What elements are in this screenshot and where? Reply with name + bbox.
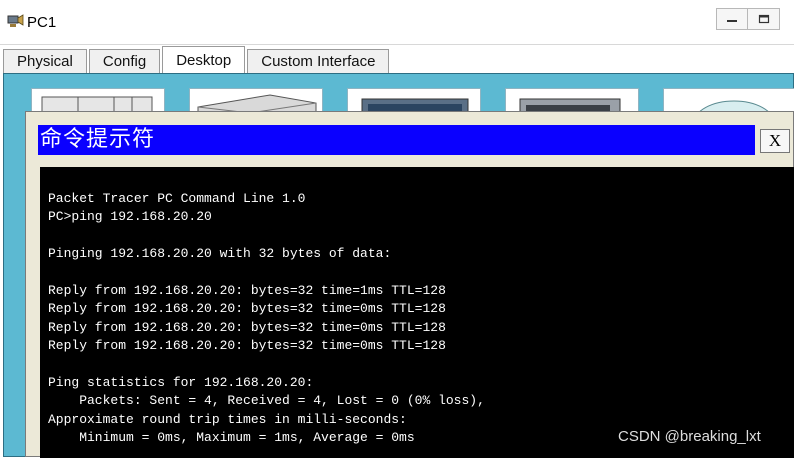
restore-icon	[758, 14, 769, 24]
window-controls	[716, 8, 780, 30]
window-title-bar: PC1	[0, 0, 794, 45]
pc-app-icon	[7, 14, 24, 27]
terminal-line: Pinging 192.168.20.20 with 32 bytes of d…	[48, 246, 392, 262]
minimize-button[interactable]	[716, 8, 748, 30]
command-prompt-title-bar: 命令提示符	[38, 125, 755, 155]
terminal-line: Reply from 192.168.20.20: bytes=32 time=…	[48, 338, 446, 354]
command-prompt-title: 命令提示符	[40, 127, 156, 152]
tab-custom-interface[interactable]: Custom Interface	[247, 49, 390, 73]
watermark: CSDN @breaking_lxt	[618, 428, 761, 445]
terminal-line: Reply from 192.168.20.20: bytes=32 time=…	[48, 319, 446, 335]
terminal-line: Minimum = 0ms, Maximum = 1ms, Average = …	[48, 430, 415, 446]
terminal-line: Ping statistics for 192.168.20.20:	[48, 374, 314, 390]
minimize-icon	[727, 20, 737, 22]
tab-desktop[interactable]: Desktop	[162, 46, 246, 74]
terminal-line: Packets: Sent = 4, Received = 4, Lost = …	[48, 393, 485, 409]
tab-config[interactable]: Config	[88, 49, 161, 73]
terminal-line: PC>ping 192.168.20.20	[48, 209, 212, 225]
tab-bar: Physical Config Desktop Custom Interface	[3, 46, 391, 74]
close-button[interactable]: X	[760, 129, 790, 153]
terminal-line: Reply from 192.168.20.20: bytes=32 time=…	[48, 301, 446, 317]
terminal-line: Reply from 192.168.20.20: bytes=32 time=…	[48, 282, 446, 298]
terminal-lines: Packet Tracer PC Command Line 1.0 PC>pin…	[48, 190, 485, 447]
terminal-line: Packet Tracer PC Command Line 1.0	[48, 191, 306, 206]
window-title: PC1	[27, 14, 57, 31]
command-prompt-window: 命令提示符 X Packet Tracer PC Command Line 1.…	[25, 111, 794, 458]
terminal-output[interactable]: Packet Tracer PC Command Line 1.0 PC>pin…	[40, 167, 794, 458]
restore-button[interactable]	[748, 8, 780, 30]
terminal-line: Approximate round trip times in milli-se…	[48, 411, 407, 427]
tab-physical[interactable]: Physical	[3, 49, 87, 73]
